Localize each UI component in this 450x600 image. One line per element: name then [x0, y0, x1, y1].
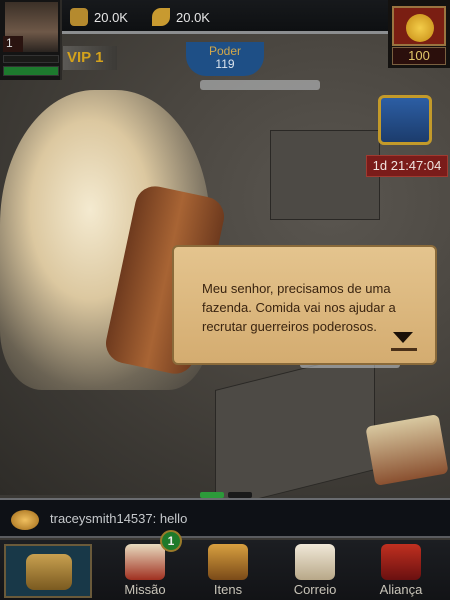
bottom-nav: Missão Itens Correio Aliança: [0, 540, 450, 600]
mail-icon: [295, 544, 335, 580]
castle-wall: [215, 350, 375, 510]
dialog-text: Meu senhor, precisamos de uma fazenda. C…: [202, 281, 396, 334]
nav-label: Itens: [213, 582, 243, 597]
nav-itens[interactable]: Itens: [193, 542, 263, 600]
map-icon: [26, 554, 72, 590]
advisor-dialog[interactable]: Meu senhor, precisamos de uma fazenda. C…: [172, 245, 437, 365]
nav-label: Aliança: [379, 582, 423, 597]
event-timer: 1d 21:47:04: [366, 155, 448, 177]
resource-wood[interactable]: 20.0K: [70, 8, 128, 26]
wood-value: 20.0K: [94, 9, 128, 25]
vip-badge[interactable]: VIP 1: [63, 46, 117, 70]
player-avatar[interactable]: 1: [0, 0, 62, 80]
treasure-chest-icon[interactable]: [378, 95, 432, 145]
gold-coin-icon: [406, 14, 434, 42]
nav-alianca[interactable]: Aliança: [366, 542, 436, 600]
wood-icon: [70, 8, 88, 26]
resource-food[interactable]: 20.0K: [152, 8, 210, 26]
gold-value: 100: [392, 47, 446, 65]
quest-book-icon[interactable]: [365, 414, 449, 486]
chat-message: traceysmith14537: hello: [50, 511, 188, 526]
stamina-bar: [3, 66, 59, 76]
next-arrow-icon[interactable]: [393, 332, 413, 343]
alliance-banner-icon: [381, 544, 421, 580]
exp-bar: [3, 55, 59, 63]
nav-label: Correio: [293, 582, 337, 597]
quest-scroll-icon: [125, 544, 165, 580]
nav-correio[interactable]: Correio: [280, 542, 350, 600]
backpack-icon: [208, 544, 248, 580]
snow: [200, 80, 320, 90]
mission-badge: 1: [160, 530, 182, 552]
gold-box: [392, 6, 446, 46]
food-value: 20.0K: [176, 9, 210, 25]
food-icon: [152, 8, 170, 26]
nav-label: Missão: [124, 582, 166, 597]
world-map-button[interactable]: [4, 544, 92, 598]
dialog-divider: [391, 348, 417, 351]
power-banner[interactable]: Poder 119: [186, 42, 264, 76]
building: [270, 130, 380, 220]
chat-bar[interactable]: traceysmith14537: hello: [0, 498, 450, 538]
chat-bubble-icon: [11, 510, 39, 530]
resource-bar: 20.0K 20.0K: [62, 0, 388, 34]
player-level: 1: [3, 36, 23, 52]
power-value: 119: [215, 57, 235, 71]
gold-shop-button[interactable]: 100: [388, 0, 450, 68]
